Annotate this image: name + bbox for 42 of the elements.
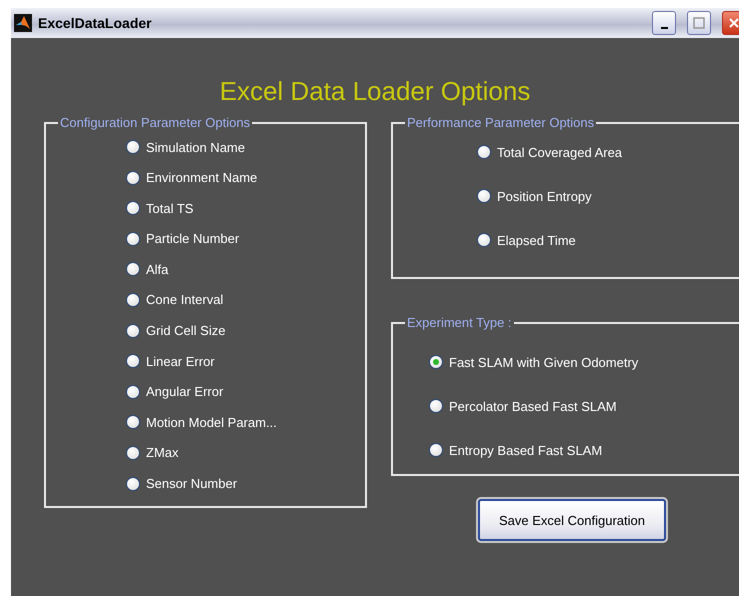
option-label: Motion Model Param...: [146, 414, 277, 430]
option-label: Sensor Number: [146, 476, 238, 492]
group-title: Performance Parameter Options: [406, 115, 596, 130]
radio-option[interactable]: Total Coveraged Area: [477, 144, 739, 160]
radio-option[interactable]: Cone Interval: [126, 292, 365, 308]
radio-option[interactable]: Position Entropy: [477, 188, 739, 204]
radio-option[interactable]: Angular Error: [126, 384, 365, 400]
radio-option[interactable]: Sensor Number: [126, 476, 365, 492]
option-label: Position Entropy: [497, 188, 592, 204]
radio-option[interactable]: Particle Number: [126, 230, 365, 247]
page-heading: Excel Data Loader Options: [218, 75, 532, 105]
option-label: Alfa: [146, 262, 168, 277]
group-title: Configuration Parameter Options: [59, 115, 252, 130]
radio-option[interactable]: Environment Name: [126, 170, 365, 186]
radio-option[interactable]: Grid Cell Size: [126, 322, 365, 339]
option-label: Linear Error: [146, 354, 215, 369]
radio-option[interactable]: Fast SLAM with Given Odometry: [429, 354, 739, 370]
group-title: Experiment Type :: [406, 315, 513, 330]
option-label: Total Coveraged Area: [497, 144, 622, 160]
radio-option[interactable]: Elapsed Time: [477, 232, 739, 248]
radio-option[interactable]: Entropy Based Fast SLAM: [429, 442, 739, 458]
option-label: Fast SLAM with Given Odometry: [449, 354, 638, 370]
window-title: ExcelDataLoader: [38, 15, 153, 31]
option-label: Simulation Name: [146, 140, 245, 154]
radio-option[interactable]: Motion Model Param...: [126, 414, 365, 430]
radio-option[interactable]: Linear Error: [126, 353, 365, 370]
option-label: Angular Error: [146, 384, 224, 400]
radio-option[interactable]: ZMax: [126, 444, 365, 461]
option-label: Cone Interval: [146, 292, 224, 308]
radio-option[interactable]: Simulation Name: [126, 139, 365, 155]
option-label: Entropy Based Fast SLAM: [449, 442, 602, 458]
radio-option[interactable]: Total TS: [126, 200, 365, 216]
option-label: Percolator Based Fast SLAM: [449, 398, 617, 414]
option-label: Total TS: [146, 200, 194, 216]
radio-option[interactable]: Percolator Based Fast SLAM: [429, 398, 739, 414]
radio-option[interactable]: Alfa: [126, 261, 365, 278]
option-label: Grid Cell Size: [146, 323, 226, 338]
option-label: Elapsed Time: [497, 232, 576, 248]
option-label: ZMax: [146, 445, 178, 460]
save-button[interactable]: Save Excel Configuration: [478, 499, 666, 541]
option-label: Particle Number: [146, 231, 240, 246]
option-label: Environment Name: [146, 170, 258, 186]
